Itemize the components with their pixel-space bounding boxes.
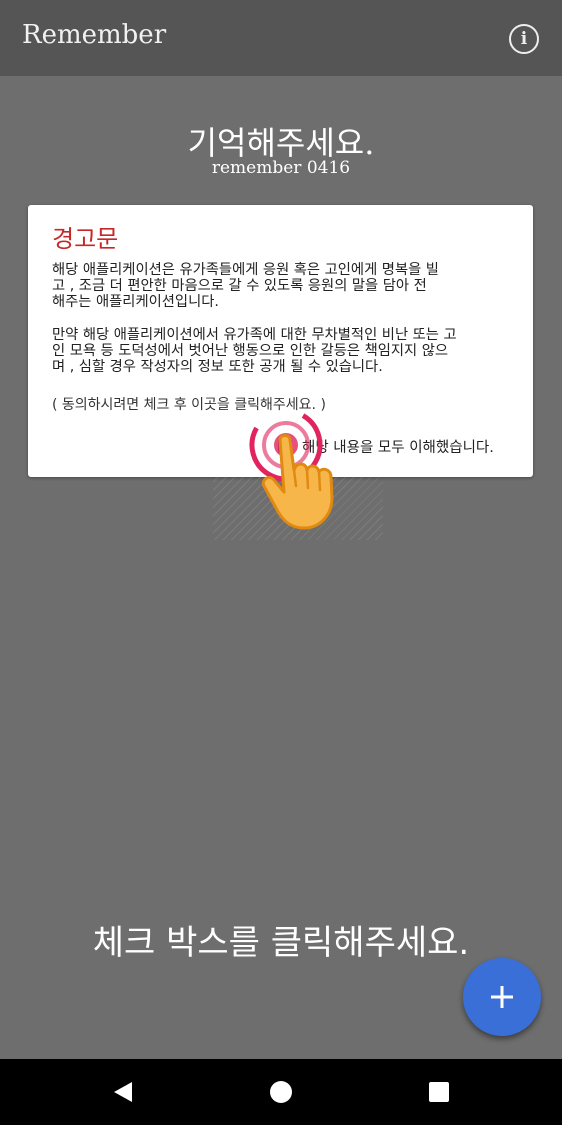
add-button[interactable] <box>463 958 541 1036</box>
page-subtitle: remember 0416 <box>211 158 351 178</box>
paragraph-line: 해주는 애플리케이션입니다. <box>52 294 219 310</box>
back-button[interactable] <box>108 1077 138 1107</box>
home-button[interactable] <box>266 1077 296 1107</box>
home-icon <box>270 1081 292 1103</box>
app-title: Remember <box>22 20 167 50</box>
instruction-text: 체크 박스를 클릭해주세요. <box>92 923 470 963</box>
tap-hand-icon <box>249 408 334 530</box>
recents-icon <box>429 1082 449 1102</box>
dialog-paragraph-2: 만약 해당 애플리케이션에서 유가족에 대한 무차별적인 비난 또는 고 인 모… <box>52 327 512 375</box>
paragraph-line: 해당 애플리케이션은 유가족들에게 응원 혹은 고인에게 명복을 빌 <box>52 262 439 278</box>
dialog-title: 경고문 <box>52 225 119 253</box>
paragraph-line: 며 , 심할 경우 작성자의 정보 또한 공개 될 수 있습니다. <box>52 359 383 375</box>
recents-button[interactable] <box>424 1077 454 1107</box>
info-icon[interactable]: i <box>509 24 539 54</box>
back-icon <box>114 1082 132 1102</box>
paragraph-line: 인 모욕 등 도덕성에서 벗어난 행동으로 인한 갈등은 책임지지 않으 <box>52 343 449 359</box>
paragraph-line: 고 , 조금 더 편안한 마음으로 갈 수 있도록 응원의 말을 담아 전 <box>52 278 427 294</box>
app-bar: Remember i <box>0 0 562 76</box>
system-nav-bar <box>0 1059 562 1125</box>
paragraph-line: 만약 해당 애플리케이션에서 유가족에 대한 무차별적인 비난 또는 고 <box>52 327 457 343</box>
dialog-paragraph-1: 해당 애플리케이션은 유가족들에게 응원 혹은 고인에게 명복을 빌 고 , 조… <box>52 262 512 310</box>
plus-icon <box>491 986 513 1008</box>
